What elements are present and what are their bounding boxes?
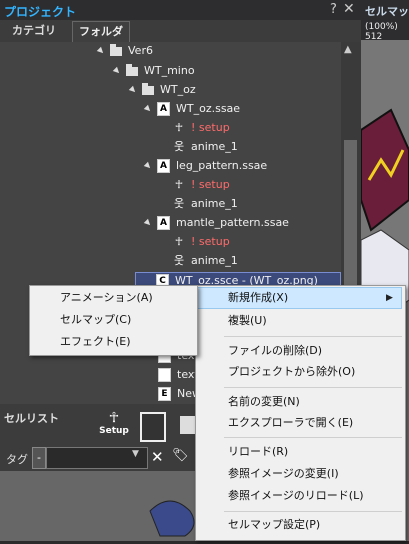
animation-file-icon: A — [157, 159, 170, 173]
menu-separator — [224, 511, 402, 512]
tree-item-anime[interactable]: 웃 anime_1 — [173, 252, 238, 270]
tag-icon[interactable]: 🏷 — [172, 448, 189, 463]
menu-item-exclude[interactable]: プロジェクトから除外(O) — [228, 362, 355, 382]
expand-icon[interactable] — [112, 66, 122, 76]
figure-icon: ☥ — [174, 178, 184, 191]
tab-category[interactable]: カテゴリ — [4, 21, 64, 41]
tree-item-setup[interactable]: ☥! setup — [173, 176, 230, 194]
submenu-item-animation[interactable]: アニメーション(A) — [60, 288, 153, 308]
document-icon — [158, 368, 171, 382]
figure-icon: ☥ — [174, 235, 184, 248]
expand-icon[interactable] — [143, 104, 153, 114]
setup-button[interactable]: ☥ Setup — [97, 410, 131, 442]
effect-file-icon: E — [158, 387, 171, 401]
menu-item-cellmap-settings[interactable]: セルマップ設定(P) — [228, 515, 320, 535]
expand-icon[interactable] — [143, 218, 153, 228]
menu-separator — [224, 437, 402, 438]
running-figure-icon: 웃 — [173, 140, 185, 153]
figure-icon: ☥ — [174, 121, 184, 134]
new-submenu: アニメーション(A) セルマップ(C) エフェクト(E) — [29, 285, 198, 356]
running-figure-icon: 웃 — [173, 254, 185, 267]
tree-item-text[interactable]: text — [158, 366, 199, 384]
menu-separator — [224, 387, 402, 388]
expand-icon[interactable] — [143, 161, 153, 171]
submenu-arrow-icon: ▶ — [386, 293, 393, 303]
menu-item-duplicate[interactable]: 複製(U) — [228, 311, 267, 331]
tag-label: タグ — [6, 453, 28, 466]
menu-item-change-ref-image[interactable]: 参照イメージの変更(I) — [228, 464, 339, 484]
animation-file-icon: A — [157, 216, 170, 230]
cellmap-icon[interactable] — [180, 416, 196, 434]
scrollbar-thumb[interactable] — [344, 140, 357, 290]
tree-item-animation[interactable]: Aleg_pattern.ssae — [143, 157, 267, 175]
tree-folder-ver6[interactable]: Ver6 — [96, 42, 153, 60]
menu-item-delete-file[interactable]: ファイルの削除(D) — [228, 341, 322, 361]
tree-folder-wt-mino[interactable]: WT_mino — [112, 62, 195, 80]
menu-item-reload-ref-image[interactable]: 参照イメージのリロード(L) — [228, 486, 364, 506]
context-menu: 新規作成(X) 複製(U) ファイルの削除(D) プロジェクトから除外(O) 名… — [195, 285, 406, 541]
chevron-down-icon[interactable]: ▼ — [132, 449, 139, 459]
cellmap-zoom: (100%) 512 — [365, 22, 398, 42]
menu-item-reload[interactable]: リロード(R) — [228, 442, 288, 462]
expand-icon[interactable] — [128, 85, 138, 95]
cellmap-title: セルマッ — [365, 5, 409, 18]
tree-item-anime[interactable]: 웃 anime_1 — [173, 138, 238, 156]
tree-item-setup[interactable]: ☥! setup — [173, 233, 230, 251]
project-title: プロジェクト — [4, 5, 77, 19]
tree-item-anime[interactable]: 웃 anime_1 — [173, 195, 238, 213]
menu-separator — [224, 336, 402, 337]
tree-item-animation[interactable]: Amantle_pattern.ssae — [143, 214, 289, 232]
close-icon[interactable]: ✕ — [343, 1, 355, 17]
clear-icon[interactable]: ✕ — [151, 448, 164, 466]
folder-icon — [110, 43, 122, 56]
animation-file-icon: A — [157, 102, 170, 116]
folder-icon — [126, 63, 138, 76]
scroll-up-icon[interactable]: ▲ — [344, 44, 352, 55]
menu-item-open-explorer[interactable]: エクスプローラで開く(E) — [228, 413, 353, 433]
tree-folder-wt-oz[interactable]: WT_oz — [128, 81, 196, 99]
tab-folder[interactable]: フォルダ — [72, 21, 130, 42]
figure-icon: ☥ — [108, 410, 120, 426]
menu-item-new[interactable]: 新規作成(X) — [228, 288, 288, 308]
tree-item-animation[interactable]: A WT_oz.ssae — [143, 100, 240, 118]
submenu-item-effect[interactable]: エフェクト(E) — [60, 332, 131, 352]
folder-icon — [142, 82, 154, 95]
tree-item-setup[interactable]: ☥! setup — [173, 119, 230, 137]
submenu-item-cellmap[interactable]: セルマップ(C) — [60, 310, 131, 330]
help-icon[interactable]: ? — [330, 2, 337, 17]
running-figure-icon: 웃 — [173, 197, 185, 210]
menu-item-rename[interactable]: 名前の変更(N) — [228, 392, 300, 412]
film-icon[interactable] — [140, 412, 166, 442]
cell-list-title: セルリスト — [4, 412, 59, 425]
expand-icon[interactable] — [96, 46, 106, 56]
tag-toggle-button[interactable]: - — [32, 447, 46, 469]
